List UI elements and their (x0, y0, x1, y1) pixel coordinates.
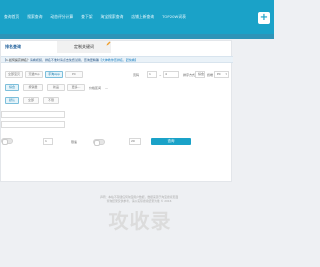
device-label: 终端 (207, 73, 214, 77)
sub-bar (0, 34, 274, 39)
count-input[interactable]: 1 (43, 138, 53, 145)
nav-item-search[interactable]: 搜索查询 (23, 14, 46, 20)
speed-toggle[interactable] (93, 139, 105, 146)
tab-custom-keywords[interactable]: 定制关键词 (57, 41, 111, 53)
page-to-input[interactable]: 4 (163, 71, 179, 78)
chip-tmall[interactable]: 天猫Top (25, 71, 43, 78)
watermark-logo: 攻收录 (108, 209, 172, 233)
notice-link[interactable]: 【大神教你查排名，赶快看】 (99, 58, 138, 62)
add-button[interactable]: + (258, 12, 270, 24)
tab-strip: 排名查询 定制关键词 (1, 41, 233, 53)
footer-line-2: 查询结果仅供参考，请以实际搜索结果为准 © 2016 (106, 199, 172, 204)
top-bar: 查询首页 搜索查询 动态评分计算 查下架 淘宝搜索查询 店铺上新查询 TOP20… (0, 0, 274, 34)
chip-sort-new[interactable]: 新品 (47, 84, 65, 91)
chip-mobile-app[interactable]: 手淘App (45, 71, 63, 78)
notice-bar: 【1.如何提高排名？请看视频，排名不准时请点击免费试用，查询更精确【大神教你查排… (1, 56, 233, 63)
notice-bold: 1.如何提高排名？ (6, 58, 30, 62)
price-range-label: 价格区间 (89, 86, 102, 90)
chip-all[interactable]: 全部 (23, 97, 39, 104)
top-nav: 查询首页 搜索查询 动态评分计算 查下架 淘宝搜索查询 店铺上新查询 TOP20… (0, 14, 190, 20)
chip-sort-more[interactable]: 更多... (67, 84, 85, 91)
plus-icon: + (259, 12, 269, 23)
footer: 声明：本站不存储任何淘宝用户数据，数据来源于淘宝搜索页面 查询结果仅供参考，请以… (84, 195, 194, 204)
chip-default[interactable]: 默认 (5, 97, 19, 104)
keyword-input[interactable] (1, 111, 65, 118)
page-from-input[interactable]: 1 (147, 71, 157, 78)
page-label: 页码 (133, 73, 140, 77)
chip-sort-overall[interactable]: 综合 (5, 84, 19, 91)
device-select[interactable]: PC (214, 71, 229, 78)
nav-item-home[interactable]: 查询首页 (0, 14, 23, 20)
count-toggle[interactable] (1, 138, 13, 145)
sort-label: 排序方式 (183, 73, 196, 77)
chip-all-items[interactable]: 全部宝贝 (5, 71, 23, 78)
nav-item-offshelf[interactable]: 查下架 (77, 14, 96, 20)
nav-item-score[interactable]: 动态评分计算 (46, 14, 77, 20)
limit-input[interactable]: 20 (129, 138, 141, 145)
chip-pc[interactable]: PC (65, 71, 83, 78)
nav-item-top20w[interactable]: TOP20W词表 (158, 14, 190, 20)
chip-sort-sales[interactable]: 按销量 (23, 84, 43, 91)
sort-select[interactable]: 综合 (195, 71, 205, 78)
tab-ranking[interactable]: 排名查询 (1, 41, 25, 53)
nav-item-taobao-search[interactable]: 淘宝搜索查询 (97, 14, 128, 20)
speed-label: 限速 (71, 140, 78, 144)
pencil-icon (106, 41, 111, 46)
item-url-input[interactable] (1, 121, 65, 128)
nav-item-new-items[interactable]: 店铺上新查询 (127, 14, 158, 20)
notice-text: 请看视频，排名不准时请点击免费试用，查询更精确 (29, 58, 99, 62)
main-panel: 排名查询 定制关键词 【1.如何提高排名？请看视频，排名不准时请点击免费试用，查… (0, 40, 233, 182)
search-button[interactable]: 查询 (151, 138, 191, 145)
chip-unlimited[interactable]: 不限 (43, 97, 59, 104)
